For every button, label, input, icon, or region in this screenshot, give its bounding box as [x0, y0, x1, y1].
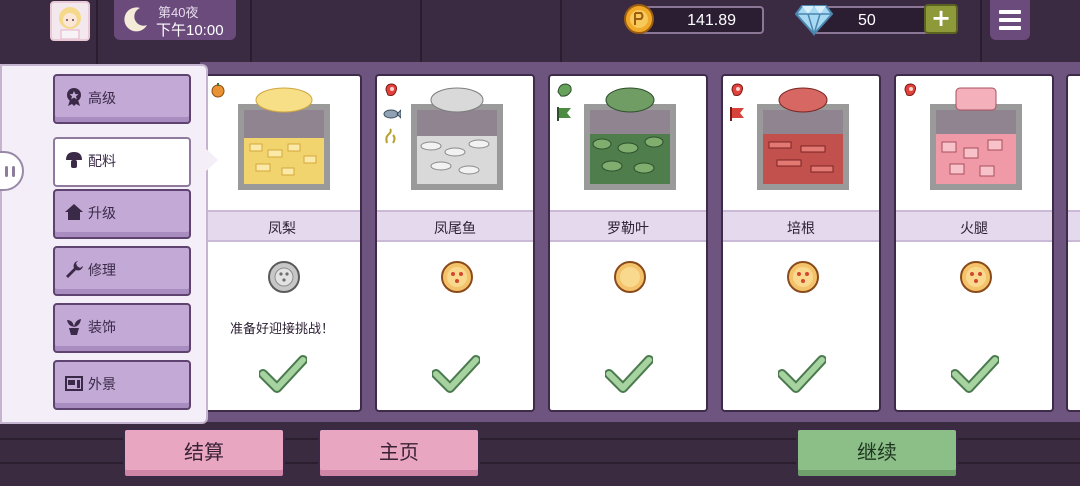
sidebar-item-repair[interactable]: 修理 [53, 246, 191, 296]
sidebar-collapse-handle[interactable] [0, 151, 24, 191]
sidebar-item-label: 升级 [88, 206, 116, 222]
continue-button[interactable]: 继续 [796, 428, 958, 478]
ingredient-name: 凤尾鱼 [434, 221, 476, 237]
clock-time: 下午10:00 [156, 22, 224, 39]
ingredient-name: 火腿 [960, 221, 988, 237]
sidebar-item-label: 外景 [88, 377, 116, 393]
gold-medal-icon [441, 261, 473, 293]
ingredient-card-partial[interactable] [1066, 74, 1080, 412]
sidebar-item-toppings[interactable]: 配料 [53, 137, 191, 187]
ingredient-card-pineapple[interactable]: 凤梨 准备好迎接挑战！ [202, 74, 362, 412]
home-button[interactable]: 主页 [318, 428, 480, 478]
active-tab-pointer [204, 147, 218, 173]
buy-gems-button[interactable]: + [924, 4, 958, 34]
ingredient-name: 罗勒叶 [607, 221, 649, 237]
ingredient-name: 培根 [787, 221, 815, 237]
checkmark-icon [951, 355, 999, 393]
diamond-icon [794, 5, 834, 37]
anchovy-bin-icon [411, 87, 503, 190]
pineapple-bin-icon [238, 87, 330, 190]
gold-medal-icon [614, 261, 646, 293]
night-time-display: 第40夜 下午10:00 [114, 0, 236, 40]
mushroom-icon [66, 152, 82, 168]
gold-medal-icon [787, 261, 819, 293]
house-icon [65, 204, 83, 220]
settle-button[interactable]: 结算 [123, 428, 285, 478]
medal-icon [67, 88, 81, 106]
ham-bin-icon [930, 87, 1022, 190]
ingredient-card-anchovy[interactable]: 凤尾鱼 [375, 74, 535, 412]
sidebar-item-premium[interactable]: 高级 [53, 74, 191, 124]
red-flag-tag-icon [730, 107, 744, 121]
meat-tag-icon [385, 83, 397, 96]
meat-tag-icon [904, 83, 916, 96]
sidebar-item-label: 配料 [88, 154, 116, 170]
coin-value: 141.89 [687, 12, 736, 29]
sidebar-item-upgrades[interactable]: 升级 [53, 189, 191, 239]
ingredient-card-bacon[interactable]: 培根 [721, 74, 881, 412]
silver-medal-icon [268, 261, 300, 293]
ingredient-name: 凤梨 [268, 221, 296, 237]
sidebar-item-decor[interactable]: 装饰 [53, 303, 191, 353]
hamburger-menu-button[interactable] [990, 0, 1030, 40]
sidebar-item-label: 修理 [88, 263, 116, 279]
coin-icon [624, 4, 654, 34]
seaweed-tag-icon [385, 128, 396, 144]
gold-medal-icon [960, 261, 992, 293]
coin-counter: 141.89 [640, 6, 764, 34]
storefront-icon [65, 376, 83, 391]
checkmark-icon [778, 355, 826, 393]
ingredient-card-basil[interactable]: 罗勒叶 [548, 74, 708, 412]
sidebar-item-label: 高级 [88, 91, 116, 107]
orange-fruit-tag-icon [211, 83, 225, 98]
sidebar-item-exterior[interactable]: 外景 [53, 360, 191, 410]
checkmark-icon [605, 355, 653, 393]
green-flag-tag-icon [557, 107, 571, 121]
moon-icon [124, 7, 147, 32]
wrench-icon [66, 261, 83, 278]
meat-tag-icon [731, 83, 743, 96]
checkmark-icon [259, 355, 307, 393]
leaf-tag-icon [557, 83, 572, 97]
challenge-message: 准备好迎接挑战！ [229, 322, 334, 337]
fish-tag-icon [383, 108, 402, 120]
ingredient-card-ham[interactable]: 火腿 [894, 74, 1054, 412]
plant-icon [67, 319, 81, 335]
gem-value: 50 [858, 12, 876, 29]
checkmark-icon [432, 355, 480, 393]
sidebar-item-label: 装饰 [88, 320, 116, 336]
player-avatar[interactable] [50, 1, 90, 41]
basil-bin-icon [584, 87, 676, 190]
bacon-bin-icon [757, 87, 849, 190]
